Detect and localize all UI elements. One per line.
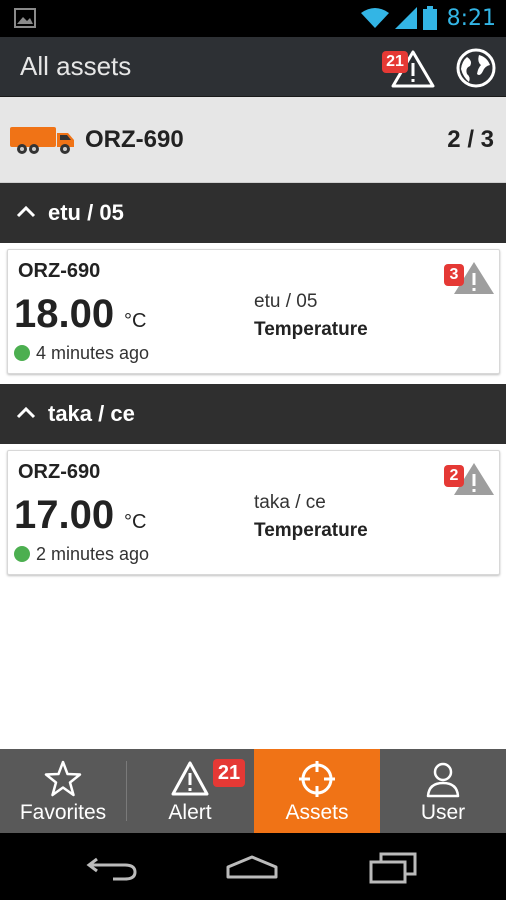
sensor-value: 17.00 — [14, 493, 115, 537]
home-icon[interactable] — [222, 851, 282, 885]
truck-icon — [10, 127, 74, 154]
alert-badge: 21 — [382, 51, 408, 73]
tab-alert[interactable]: 21 Alert — [127, 749, 253, 833]
tab-label: Favorites — [19, 801, 107, 824]
online-status-dot — [14, 345, 30, 361]
sensor-value: 18.00 — [14, 292, 115, 336]
wifi-icon — [360, 8, 389, 28]
tab-label: Assets — [285, 801, 349, 824]
sensor-type: Temperature — [254, 319, 368, 340]
clock: 8:21 — [446, 5, 496, 31]
asset-name: ORZ-690 — [85, 126, 184, 153]
crosshair-icon — [299, 761, 335, 797]
sensor-unit: °C — [124, 310, 147, 332]
status-icons: 8:21 — [360, 4, 496, 32]
globe-icon — [456, 48, 496, 88]
back-icon[interactable] — [83, 851, 143, 885]
chevron-up-icon — [16, 406, 36, 419]
card-alert-badge: 2 — [444, 465, 464, 487]
tab-favorites[interactable]: Favorites — [0, 749, 126, 833]
page-title: All assets — [20, 51, 132, 81]
online-status-dot — [14, 546, 30, 562]
chevron-up-icon — [16, 205, 36, 218]
card-alert-badge: 3 — [444, 264, 464, 286]
group-header-taka[interactable]: taka / ce — [0, 384, 506, 444]
alert-icon — [171, 761, 209, 796]
card-asset-name: ORZ-690 — [18, 260, 101, 282]
sensor-card[interactable]: ORZ-690 18.00 °C 4 minutes ago etu / 05 … — [7, 249, 500, 374]
user-icon — [426, 762, 460, 798]
status-bar: 8:21 — [0, 0, 506, 37]
sensor-name: taka / ce — [254, 492, 326, 513]
tab-alert-badge: 21 — [213, 759, 245, 787]
group-label: taka / ce — [48, 401, 135, 426]
last-update: 2 minutes ago — [36, 544, 150, 564]
card-alert-indicator[interactable]: 2 — [444, 459, 496, 501]
image-icon — [14, 8, 36, 28]
star-icon — [44, 760, 82, 797]
sensor-name: etu / 05 — [254, 291, 318, 312]
tab-user[interactable]: User — [380, 749, 506, 833]
alerts-button[interactable]: 21 — [380, 45, 436, 89]
card-alert-indicator[interactable]: 3 — [444, 258, 496, 300]
sensor-unit: °C — [124, 511, 147, 533]
sensor-card[interactable]: ORZ-690 17.00 °C 2 minutes ago taka / ce… — [7, 450, 500, 575]
asset-header[interactable]: ORZ-690 2 / 3 — [0, 97, 506, 183]
sensor-type: Temperature — [254, 520, 368, 541]
battery-icon — [422, 6, 437, 30]
tab-assets[interactable]: Assets — [254, 749, 380, 833]
last-update: 4 minutes ago — [36, 343, 150, 363]
recents-icon[interactable] — [363, 851, 423, 885]
asset-count: 2 / 3 — [447, 126, 494, 153]
bottom-tab-bar: Favorites 21 Alert Assets User — [0, 749, 506, 833]
card-asset-name: ORZ-690 — [18, 461, 101, 483]
group-label: etu / 05 — [48, 200, 124, 225]
signal-icon — [394, 7, 417, 29]
map-button[interactable] — [455, 47, 497, 89]
group-header-etu[interactable]: etu / 05 — [0, 183, 506, 243]
tab-label: User — [420, 801, 466, 824]
tab-label: Alert — [168, 801, 212, 824]
action-bar: All assets 21 — [0, 37, 506, 97]
system-nav-bar — [0, 833, 506, 900]
